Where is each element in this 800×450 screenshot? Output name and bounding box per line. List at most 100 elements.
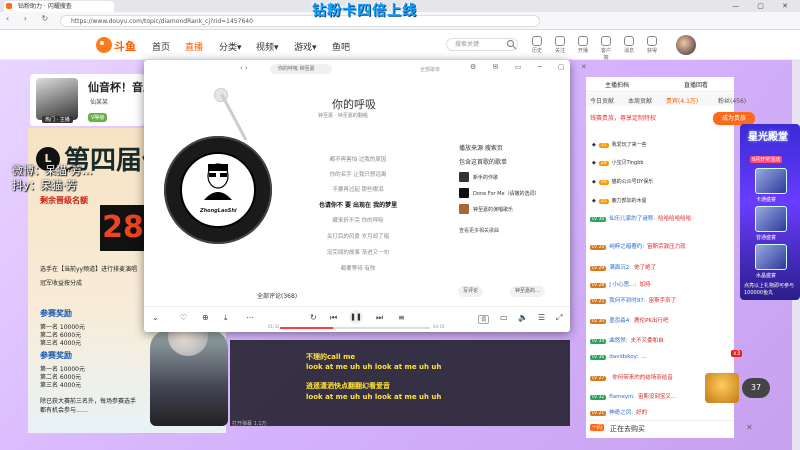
promo-card-label: 卡通盛宴 [756, 197, 777, 203]
player-search-input[interactable]: 你的呼吸 钟至嘉 [270, 64, 332, 74]
browser-tab[interactable]: 钻粉助力 · 闪耀搜查 [4, 1, 114, 12]
chat-username[interactable]: J 小心思…: [609, 282, 636, 288]
more-related-link[interactable]: 查看更多相关歌曲 [459, 227, 499, 234]
lyric-line[interactable]: 藏来折不完 你的呼吸 [300, 216, 416, 224]
more-icon[interactable]: ⋯ [246, 313, 254, 322]
progress-fill[interactable] [280, 327, 333, 329]
client-icon[interactable]: 客户端 [599, 36, 613, 61]
lyric-line[interactable]: 都不再害怕 过我的原因 [300, 155, 416, 163]
message-label: 消息 [623, 48, 634, 54]
chat-username[interactable]: 纯粹之暗著约: [609, 244, 644, 250]
follow-icon[interactable]: 关注 [553, 36, 567, 54]
playlist-thumb [459, 188, 469, 198]
danmu-overlay [230, 340, 570, 426]
like-icon[interactable]: ♡ [180, 313, 187, 322]
comments-count[interactable]: 全部评论(368) [257, 291, 297, 300]
nav-home[interactable]: 首页 [152, 40, 170, 53]
volume-icon[interactable]: 🔈 [518, 313, 528, 322]
danmu-line: 不理的call me [306, 353, 356, 361]
chat-username[interactable]: 曲悠然: [609, 338, 627, 344]
chat-message[interactable]: LV 36 davidskoy:… [590, 354, 740, 360]
search-icon[interactable] [506, 39, 517, 50]
tab-partner[interactable]: 主播拍档 [605, 80, 629, 89]
chat-message[interactable]: LV 28 J 小心思…: 加持 [590, 280, 740, 288]
tab-fans[interactable]: 粉丝(456) [718, 96, 746, 105]
url-field[interactable]: https://www.douyu.com/topic/diamondRank_… [60, 15, 540, 27]
gift-counter[interactable]: 37 [742, 378, 770, 398]
douyu-logo-icon[interactable]: 斗鱼 [95, 35, 137, 55]
rank-row[interactable]: ◆ 25 鹿力部加的木屋 [592, 197, 722, 204]
chat-message[interactable]: LV 21 神奇之凤: 好的 [590, 408, 740, 416]
chat-message[interactable]: LV 29 满面沉2: 他了绝了 [590, 263, 740, 271]
lyric-line[interactable]: 你的名字 让我只想远离 [300, 170, 416, 178]
chat-username[interactable]: 满面沉2: [609, 265, 631, 271]
nav-fishbar[interactable]: 鱼吧 [332, 40, 350, 53]
chat-message[interactable]: LV 34 曲悠然: 夫不又委和自 [590, 336, 740, 344]
chat-username[interactable]: davidskoy: [609, 354, 638, 360]
repeat-icon[interactable]: ↻ [310, 313, 317, 322]
treasure-chest-icon[interactable] [705, 373, 739, 403]
nav-games[interactable]: 游戏▾ [294, 40, 317, 53]
chat-username[interactable]: 神奇之凤: [609, 410, 633, 416]
broadcast-icon[interactable]: 开播 [576, 36, 590, 54]
write-comment-button[interactable]: 写评论 [458, 286, 484, 297]
download-icon[interactable]: ⤓ [224, 313, 228, 323]
promo-card[interactable] [755, 206, 787, 232]
queue-icon[interactable]: ☰ [538, 313, 545, 322]
lyric-line[interactable]: 没完闻的故事 渐进又一句 [300, 248, 416, 256]
playlist-mode-icon[interactable]: ≡ [398, 313, 405, 322]
chat-username[interactable]: flameyin: [609, 394, 635, 400]
promo-card[interactable] [755, 244, 787, 270]
history-icon[interactable]: 历史 [530, 36, 544, 54]
related-playlist-item[interactable]: Done For Me（请撒的选词） [459, 188, 559, 200]
related-playlist-item[interactable]: 新手的作歌 [459, 172, 559, 184]
streamer-avatar[interactable] [36, 78, 78, 120]
browser-nav-buttons[interactable]: ‹ › ↻ [6, 14, 54, 23]
nav-live[interactable]: 直播 [185, 40, 203, 53]
chat-username[interactable]: 我何不到时97: [609, 298, 645, 304]
fullscreen-icon[interactable]: ⤢ [556, 313, 562, 323]
lyric-line[interactable]: 不要再过起 那些眼泪 [300, 185, 416, 193]
message-icon[interactable]: 消息 [622, 36, 636, 54]
related-playlist-item[interactable]: 钟至嘉的演唱歌乐 [459, 204, 559, 216]
streamer-name[interactable]: 仙某某 [90, 97, 108, 106]
player-window-controls[interactable]: ⚙ ✉ ▭ ─ ▢ ✕ [470, 63, 594, 71]
promo-card[interactable] [755, 168, 787, 194]
nav-video[interactable]: 视频▾ [256, 40, 279, 53]
close-icon[interactable]: ✕ [746, 423, 753, 432]
chat-message[interactable]: LV 24 纯粹之暗著约: 宙斯宗敦压力就 [590, 242, 740, 250]
chat-message[interactable]: LV 30 墨怨淼4: 鹿伦PK出行吧 [590, 316, 740, 324]
song-artist[interactable]: 钟至嘉 · 钟至嘉的翻唱 [318, 112, 368, 119]
tab-today-contrib[interactable]: 今日贡献 [590, 96, 614, 105]
rank-row[interactable]: ◆ 26 猫的公众号DY保乐 [592, 178, 722, 185]
lyric-line[interactable]: 关灯后的风景 岁月却了暗 [300, 232, 416, 240]
add-icon[interactable]: ⊕ [202, 313, 209, 322]
tab-week-contrib[interactable]: 本周贡献 [628, 96, 652, 105]
rank-row[interactable]: ◆ 31 我爱玩了来一些 [592, 141, 722, 148]
prev-track-icon[interactable]: ⏮ [330, 313, 337, 323]
lyric-line[interactable]: 都要等待 有你 [300, 264, 416, 272]
chat-message[interactable]: LV 36 仙乐儿家的了谜称: 哈哈哈哈哈哈 [590, 214, 740, 222]
lyric-line-current[interactable]: 也请你不 要 出现在 我的梦里 [300, 200, 416, 209]
nav-category[interactable]: 分类▾ [219, 40, 242, 53]
player-nav-arrows[interactable]: ‹ › [240, 64, 248, 72]
chat-username[interactable]: 仙乐儿家的了谜称: [609, 216, 655, 222]
chat-username[interactable]: 墨怨淼4: [609, 318, 631, 324]
overlay-douyin: 抖y：呆猫·芳 [12, 179, 78, 192]
tab-vip[interactable]: 贵宾(4.1万) [666, 96, 698, 105]
rewards-icon[interactable]: 获得 [645, 36, 659, 54]
poster-note: 除已获大赛前三名外，每场参赛选手都有机会参与…… [40, 398, 137, 414]
rank-row[interactable]: ◆ 28 小宝贝Tingbb [592, 159, 722, 166]
user-avatar[interactable] [676, 35, 696, 55]
artist-chip[interactable]: 钟至嘉的… [510, 286, 546, 297]
lyrics-toggle-button[interactable]: 词 [478, 315, 490, 324]
playlist-link[interactable]: 全部歌单 [420, 66, 440, 73]
danmu-toggle[interactable]: 打开弹幕 1.1万 [232, 420, 267, 427]
collapse-icon[interactable]: ⌄ [152, 313, 159, 322]
next-track-icon[interactable]: ⏭ [376, 313, 383, 323]
chat-message[interactable]: LV 25 我何不到时97: 宙斯手奈了 [590, 296, 740, 304]
pause-button[interactable]: ❚❚ [349, 310, 363, 324]
window-controls[interactable]: — ▢ ✕ [732, 0, 796, 12]
volume-bar-icon[interactable]: ▭ [500, 313, 508, 322]
tab-replay[interactable]: 直播回看 [684, 80, 708, 89]
